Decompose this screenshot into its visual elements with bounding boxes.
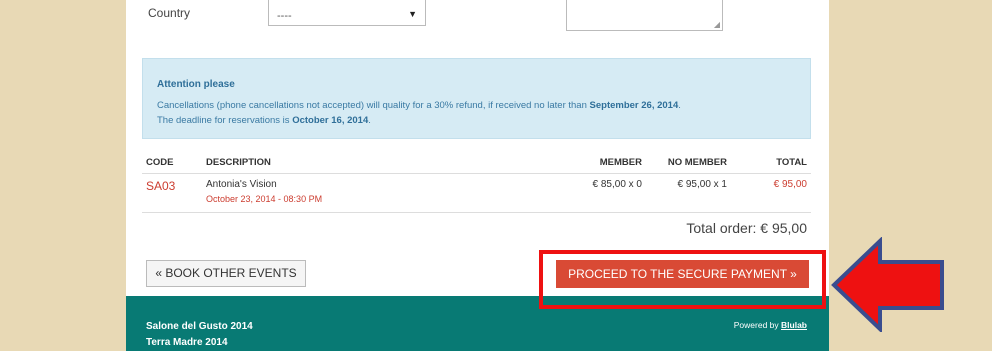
- event-date: October 23, 2014 - 08:30 PM: [206, 194, 323, 204]
- member-price: € 85,00 x 0: [556, 173, 646, 213]
- arrow-shape: [831, 237, 944, 332]
- header-member: MEMBER: [556, 154, 646, 174]
- country-select[interactable]: ---- ▼: [268, 0, 426, 26]
- annotation-highlight-box: [539, 250, 826, 309]
- refund-date: September 26, 2014: [589, 100, 679, 111]
- annotation-arrow-icon: [831, 237, 944, 332]
- refund-suffix: .: [678, 100, 681, 111]
- footer-line-terra-madre: Terra Madre 2014: [146, 337, 228, 348]
- deadline-date: October 16, 2014: [292, 115, 369, 126]
- footer-line-salone: Salone del Gusto 2014: [146, 321, 253, 332]
- header-total: TOTAL: [731, 154, 811, 174]
- attention-line-deadline: The deadline for reservations is October…: [157, 113, 796, 128]
- book-other-events-button[interactable]: « BOOK OTHER EVENTS: [146, 260, 306, 287]
- blulab-link[interactable]: Blulab: [781, 320, 807, 330]
- header-description: DESCRIPTION: [202, 154, 556, 174]
- no-member-price: € 95,00 x 1: [646, 173, 731, 213]
- attention-line-refund: Cancellations (phone cancellations not a…: [157, 98, 796, 113]
- notes-textarea[interactable]: ◢: [566, 0, 723, 31]
- refund-text: Cancellations (phone cancellations not a…: [157, 100, 590, 111]
- deadline-suffix: .: [368, 115, 371, 126]
- chevron-down-icon: ▼: [408, 9, 417, 19]
- table-header-row: CODE DESCRIPTION MEMBER NO MEMBER TOTAL: [142, 154, 811, 174]
- powered-by-label: Powered by: [733, 320, 782, 330]
- total-order: Total order: € 95,00: [686, 220, 807, 236]
- resize-grip-icon[interactable]: ◢: [714, 20, 720, 29]
- country-label: Country: [148, 6, 191, 20]
- header-no-member: NO MEMBER: [646, 154, 731, 174]
- attention-notice: Attention please Cancellations (phone ca…: [142, 58, 811, 139]
- attention-title: Attention please: [157, 79, 235, 90]
- event-code-link[interactable]: SA03: [146, 179, 175, 193]
- powered-by: Powered by Blulab: [734, 320, 807, 330]
- deadline-text: The deadline for reservations is: [157, 115, 293, 126]
- order-table: CODE DESCRIPTION MEMBER NO MEMBER TOTAL …: [142, 154, 811, 213]
- table-row: SA03 Antonia's Vision October 23, 2014 -…: [142, 173, 811, 213]
- header-code: CODE: [142, 154, 202, 174]
- country-select-value: ----: [277, 10, 292, 22]
- event-description: Antonia's Vision: [206, 179, 277, 190]
- row-total: € 95,00: [731, 173, 811, 213]
